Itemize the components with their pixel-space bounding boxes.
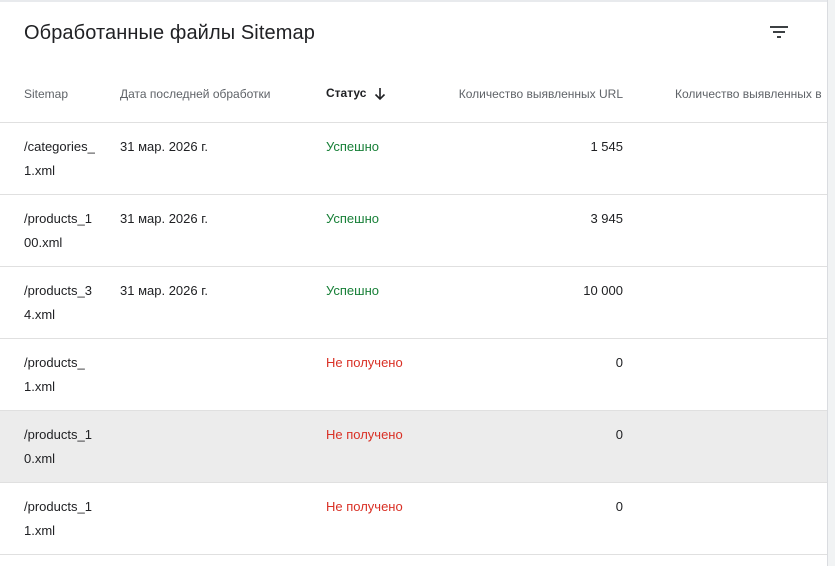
panel-title: Обработанные файлы Sitemap [24, 22, 315, 44]
sitemap-path-continued: 4.xml [24, 306, 56, 322]
discovered-urls-cell: 0 [615, 498, 623, 514]
sitemap-path: /products_3 [24, 282, 92, 298]
discovered-video-cell [623, 482, 827, 554]
table-row[interactable]: /products_1 00.xml 31 мар. 2026 г. Успеш… [0, 194, 827, 266]
filter-button[interactable] [764, 18, 794, 46]
discovered-video-cell [623, 194, 827, 266]
sitemap-path-continued: 1.xml [24, 522, 56, 538]
table-row[interactable]: /products_1 1.xml Не получено 0 [0, 482, 827, 554]
sitemap-path-continued: 00.xml [24, 234, 63, 250]
arrow-downward-icon [375, 88, 386, 101]
status-cell: Не получено [326, 498, 403, 514]
discovered-video-cell [623, 410, 827, 482]
sitemap-path: /products_1 [24, 426, 92, 442]
status-cell: Успешно [326, 282, 379, 298]
column-header-last-processed[interactable]: Дата последней обработки [120, 66, 326, 123]
column-header-status[interactable]: Статус [326, 66, 430, 123]
sitemap-path: /products_ [24, 354, 85, 370]
sitemap-path: /products_1 [24, 210, 92, 226]
table-row[interactable]: /categories_ 1.xml 31 мар. 2026 г. Успеш… [0, 122, 827, 194]
table-row[interactable]: /products_1 0.xml Не получено 0 [0, 410, 827, 482]
table-row[interactable]: /products_ 1.xml Не получено 0 [0, 338, 827, 410]
sitemap-path: /products_1 [24, 498, 92, 514]
column-header-discovered-video[interactable]: Количество выявленных в [623, 66, 827, 123]
sitemap-path-continued: 1.xml [24, 162, 56, 178]
sitemap-cell: /products_1 0.xml [0, 410, 120, 482]
discovered-video-cell [623, 122, 827, 194]
discovered-urls-cell: 0 [615, 426, 623, 442]
last-processed-cell: 31 мар. 2026 г. [120, 282, 208, 298]
sitemap-path-continued: 1.xml [24, 378, 56, 394]
sitemap-cell: /products_1 1.xml [0, 482, 120, 554]
sitemap-path: /categories_ [24, 138, 95, 154]
status-cell: Успешно [326, 210, 379, 226]
sitemap-path-continued: 0.xml [24, 450, 56, 466]
last-processed-cell [120, 410, 326, 482]
column-header-discovered-urls[interactable]: Количество выявленных URL [430, 66, 623, 123]
discovered-urls-cell: 3 945 [590, 210, 623, 226]
table-header-row: Sitemap Дата последней обработки Статус … [0, 66, 827, 123]
sitemap-cell: /products_1 00.xml [0, 194, 120, 266]
status-cell: Успешно [326, 138, 379, 154]
discovered-urls-cell: 1 545 [590, 138, 623, 154]
sitemap-cell: /products_ 1.xml [0, 338, 120, 410]
discovered-video-cell [623, 338, 827, 410]
table-row[interactable]: /products_3 4.xml 31 мар. 2026 г. Успешн… [0, 266, 827, 338]
status-cell: Не получено [326, 354, 403, 370]
last-processed-cell: 31 мар. 2026 г. [120, 210, 208, 226]
discovered-urls-cell: 0 [615, 354, 623, 370]
sitemap-cell: /products_3 4.xml [0, 266, 120, 338]
column-header-sitemap[interactable]: Sitemap [0, 66, 120, 123]
discovered-video-cell [623, 266, 827, 338]
discovered-urls-cell: 10 000 [583, 282, 623, 298]
last-processed-cell: 31 мар. 2026 г. [120, 138, 208, 154]
filter-list-icon [770, 26, 788, 38]
sitemap-cell: /categories_ 1.xml [0, 122, 120, 194]
last-processed-cell [120, 482, 326, 554]
processed-sitemaps-panel: Обработанные файлы Sitemap Sitemap Дата … [0, 0, 828, 566]
top-divider [0, 0, 827, 2]
column-header-status-label: Статус [326, 86, 367, 101]
status-cell: Не получено [326, 426, 403, 442]
last-processed-cell [120, 338, 326, 410]
sitemaps-table: Sitemap Дата последней обработки Статус … [0, 66, 827, 555]
